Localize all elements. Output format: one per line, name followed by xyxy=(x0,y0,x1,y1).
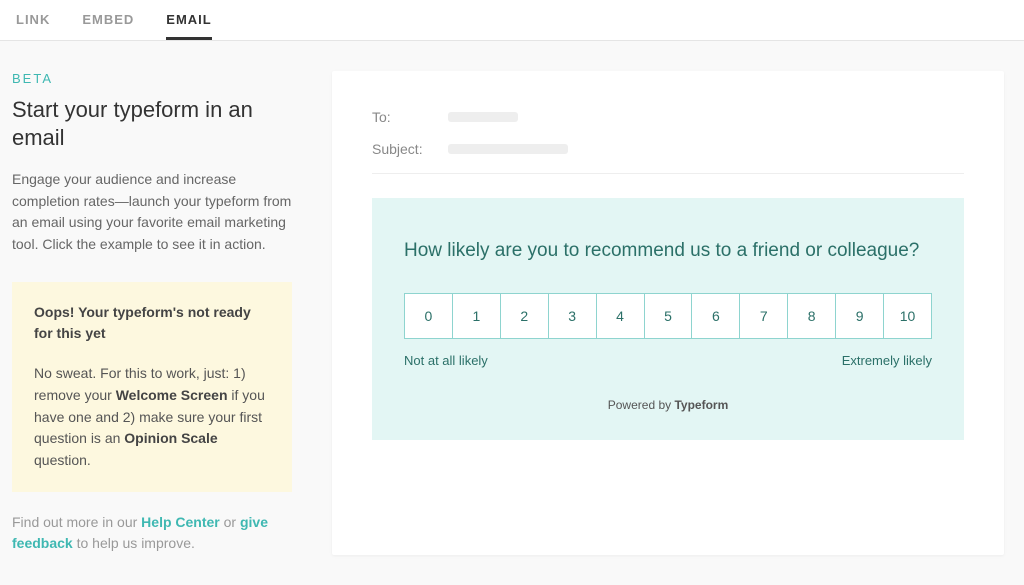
footer-post: to help us improve. xyxy=(73,535,195,551)
page-title: Start your typeform in an email xyxy=(12,96,292,151)
scale-option-2[interactable]: 2 xyxy=(501,294,549,338)
warning-title: Oops! Your typeform's not ready for this… xyxy=(34,302,270,345)
scale-option-1[interactable]: 1 xyxy=(453,294,501,338)
scale-option-3[interactable]: 3 xyxy=(549,294,597,338)
warning-body: No sweat. For this to work, just: 1) rem… xyxy=(34,363,270,471)
tab-link[interactable]: LINK xyxy=(16,12,50,40)
email-preview-panel[interactable]: To: Subject: How likely are you to recom… xyxy=(332,71,1004,555)
subject-field-row: Subject: xyxy=(372,133,964,165)
powered-pre: Powered by xyxy=(608,398,675,412)
to-label: To: xyxy=(372,109,432,125)
scale-labels: Not at all likely Extremely likely xyxy=(404,353,932,368)
scale-option-9[interactable]: 9 xyxy=(836,294,884,338)
opinion-scale: 0 1 2 3 4 5 6 7 8 9 10 xyxy=(404,293,932,339)
beta-badge: BETA xyxy=(12,71,292,86)
scale-option-10[interactable]: 10 xyxy=(884,294,931,338)
powered-brand: Typeform xyxy=(674,398,728,412)
scale-option-0[interactable]: 0 xyxy=(405,294,453,338)
scale-option-7[interactable]: 7 xyxy=(740,294,788,338)
scale-option-8[interactable]: 8 xyxy=(788,294,836,338)
help-center-link[interactable]: Help Center xyxy=(141,514,220,530)
subject-label: Subject: xyxy=(372,141,432,157)
share-tabs: LINK EMBED EMAIL xyxy=(0,0,1024,41)
warning-text: question. xyxy=(34,452,91,468)
description-text: Engage your audience and increase comple… xyxy=(12,169,292,256)
warning-bold: Opinion Scale xyxy=(124,430,217,446)
content-area: BETA Start your typeform in an email Eng… xyxy=(0,41,1024,585)
footer-pre: Find out more in our xyxy=(12,514,141,530)
scale-option-4[interactable]: 4 xyxy=(597,294,645,338)
powered-by: Powered by Typeform xyxy=(404,398,932,412)
scale-high-label: Extremely likely xyxy=(842,353,932,368)
tab-embed[interactable]: EMBED xyxy=(82,12,134,40)
to-placeholder xyxy=(448,112,518,122)
scale-option-5[interactable]: 5 xyxy=(645,294,693,338)
question-text: How likely are you to recommend us to a … xyxy=(404,238,932,265)
footer-text: Find out more in our Help Center or give… xyxy=(12,512,292,555)
scale-option-6[interactable]: 6 xyxy=(692,294,740,338)
subject-placeholder xyxy=(448,144,568,154)
question-card: How likely are you to recommend us to a … xyxy=(372,198,964,440)
warning-bold: Welcome Screen xyxy=(116,387,228,403)
left-sidebar: BETA Start your typeform in an email Eng… xyxy=(12,71,292,555)
tab-email[interactable]: EMAIL xyxy=(166,12,211,40)
to-field-row: To: xyxy=(372,101,964,133)
header-divider xyxy=(372,173,964,174)
footer-mid: or xyxy=(220,514,240,530)
scale-low-label: Not at all likely xyxy=(404,353,488,368)
warning-box: Oops! Your typeform's not ready for this… xyxy=(12,282,292,492)
